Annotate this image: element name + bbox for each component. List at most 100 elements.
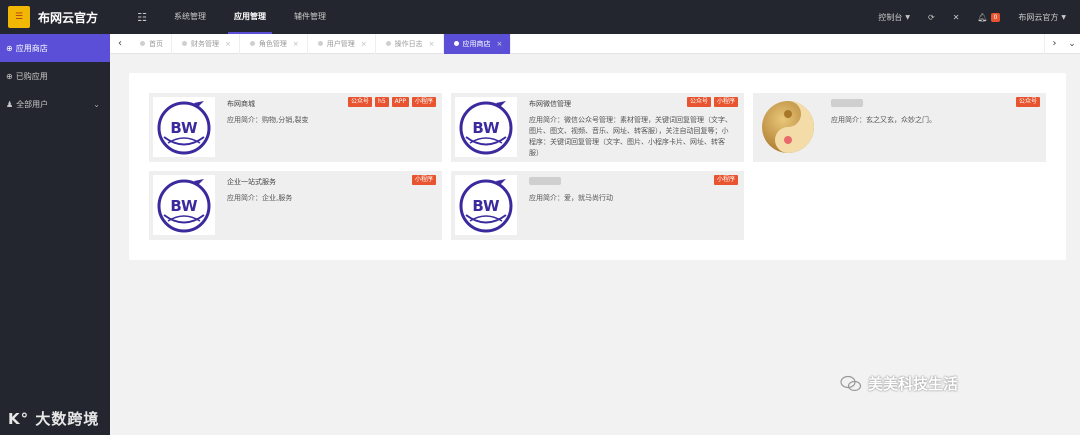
tab-label: 操作日志 [394,39,423,48]
logo-mark-icon: ☰ [8,6,30,28]
app-tags: 公众号 小程序 [686,97,738,107]
top-bar: ☰ 布网云官方 ☷ 系统管理 应用管理 辅件管理 控制台 ▼ ⟳ ✕ 🔔︎ 0 … [0,0,1080,34]
app-description: 应用简介：企业,服务 [227,194,293,202]
app-title: 布网微信管理 [529,100,571,108]
sidebar-item-all-users[interactable]: ♟ 全部用户 ⌄ [0,90,110,118]
sidebar-item-label: 应用商店 [15,43,48,53]
yinyang-logo-icon [757,97,819,157]
tab-home[interactable]: 首页 [130,33,172,54]
tab-label: 角色管理 [258,39,287,48]
tag-badge: h5 [375,97,389,107]
refresh-icon[interactable]: ⟳ [928,13,935,22]
bell-icon: 🔔︎ [977,12,988,22]
app-title [529,177,561,185]
wechat-icon [840,375,862,391]
user-name: 布网云官方 [1018,12,1059,22]
app-tags: 公众号 h5 APP 小程序 [348,97,436,107]
close-icon[interactable]: × [293,40,299,48]
tab-label: 首页 [149,39,163,48]
chevron-down-icon: ⌄ [93,99,100,109]
console-label: 控制台 [878,12,903,22]
app-title [831,99,863,107]
console-dropdown[interactable]: 控制台 ▼ [878,12,910,23]
app-card[interactable]: BW 布网微信管理 应用简介：微信公众号管理：素材管理，关键词回复管理（文字、图… [451,93,744,162]
tab-users[interactable]: 用户管理 × [308,33,376,54]
app-title: 企业一站式服务 [227,178,276,186]
app-logo[interactable]: ☰ 布网云官方 [0,0,110,34]
purchased-icon: ⊕ [6,71,13,81]
app-tags: 小程序 [411,175,436,185]
tag-badge: APP [391,97,409,107]
app-tags: 公众号 [1015,97,1040,107]
bw-logo-icon: BW [153,175,215,235]
tab-finance[interactable]: 财务管理 × [172,33,240,54]
close-icon[interactable]: × [497,40,503,48]
chevron-right-icon[interactable]: › [1044,33,1064,54]
app-description: 应用简介：微信公众号管理：素材管理，关键词回复管理（文字、图片、图文、视频、音乐… [529,116,732,157]
topnav-item-accessories[interactable]: 辅件管理 [280,0,340,34]
app-tags: 小程序 [713,175,738,185]
sidebar-item-label: 全部用户 [16,99,49,109]
notification-button[interactable]: 🔔︎ 0 [977,12,1001,22]
tab-strip: ‹ 首页 财务管理 × 角色管理 × 用户管理 × 操作日志 × 应用商店 × … [110,33,1080,54]
tag-badge: 公众号 [686,97,711,107]
app-card[interactable]: BW 布网商城 应用简介：购物,分销,裂变 公众号 h5 APP 小程序 [149,93,442,162]
chevron-down-icon: ▼ [905,13,910,21]
user-menu[interactable]: 布网云官方 ▼ [1018,12,1066,23]
app-card[interactable]: BW 企业一站式服务 应用简介：企业,服务 小程序 [149,171,442,240]
bw-logo-icon: BW [455,97,517,157]
svg-text:BW: BW [472,197,500,215]
app-description: 应用简介：购物,分销,裂变 [227,116,309,124]
tab-label: 应用商店 [462,39,491,48]
app-card[interactable]: BW 应用简介：爱，就马尚行动 小程序 [451,171,744,240]
tab-dot [385,41,391,46]
store-icon: ⊕ [6,43,13,53]
svg-text:BW: BW [170,119,198,137]
top-nav: 系统管理 应用管理 辅件管理 [160,0,340,34]
bw-logo-icon: BW [455,175,517,235]
svg-text:BW: BW [170,197,198,215]
app-card[interactable]: 应用简介：玄之又玄，众妙之门。 公众号 [753,93,1046,162]
watermark-logo-icon: K° [8,410,36,428]
notification-badge: 0 [990,12,1001,22]
menu-icon[interactable]: ☷ [130,11,154,24]
app-description: 应用简介：爱，就马尚行动 [529,194,613,202]
tag-badge: 小程序 [713,175,738,185]
sidebar-item-label: 已购应用 [15,71,48,81]
tab-dot [249,41,255,46]
chevron-down-icon: ▼ [1061,13,1066,21]
bw-logo-icon: BW [153,97,215,157]
app-store-panel: BW 布网商城 应用简介：购物,分销,裂变 公众号 h5 APP 小程序 BW … [129,73,1066,260]
tab-dot [453,41,459,46]
app-title: 布网云官方 [38,10,99,25]
tab-label: 用户管理 [326,39,355,48]
watermark-left: K° 大数跨境 [8,410,100,428]
watermark-right: 美美科技生活 [840,373,958,394]
fullscreen-icon[interactable]: ✕ [953,13,960,22]
tab-dot [182,41,187,46]
tab-dot [317,41,323,46]
tag-badge: 小程序 [411,97,436,107]
tab-label: 财务管理 [191,39,219,48]
close-icon[interactable]: × [361,40,367,48]
sidebar-item-purchased[interactable]: ⊕ 已购应用 [0,62,110,90]
tag-badge: 公众号 [348,97,373,107]
tab-app-store[interactable]: 应用商店 × [443,33,512,54]
tag-badge: 小程序 [411,175,436,185]
app-description: 应用简介：玄之又玄，众妙之门。 [831,116,936,124]
user-icon: ♟ [6,99,14,109]
svg-text:BW: BW [472,119,500,137]
close-icon[interactable]: × [225,40,231,48]
chevron-left-icon[interactable]: ‹ [110,34,130,54]
tag-badge: 小程序 [713,97,738,107]
chevron-down-icon[interactable]: ⌄ [1064,34,1080,54]
sidebar-item-app-store[interactable]: ⊕ 应用商店 [0,34,110,62]
top-right-tools: 控制台 ▼ ⟳ ✕ 🔔︎ 0 布网云官方 ▼ [878,0,1080,34]
topnav-item-apps[interactable]: 应用管理 [220,0,280,34]
tab-roles[interactable]: 角色管理 × [240,33,308,54]
tab-logs[interactable]: 操作日志 × [376,33,444,54]
tag-badge: 公众号 [1015,97,1040,107]
close-icon[interactable]: × [429,40,435,48]
tab-dot [140,41,145,46]
topnav-item-system[interactable]: 系统管理 [160,0,220,34]
